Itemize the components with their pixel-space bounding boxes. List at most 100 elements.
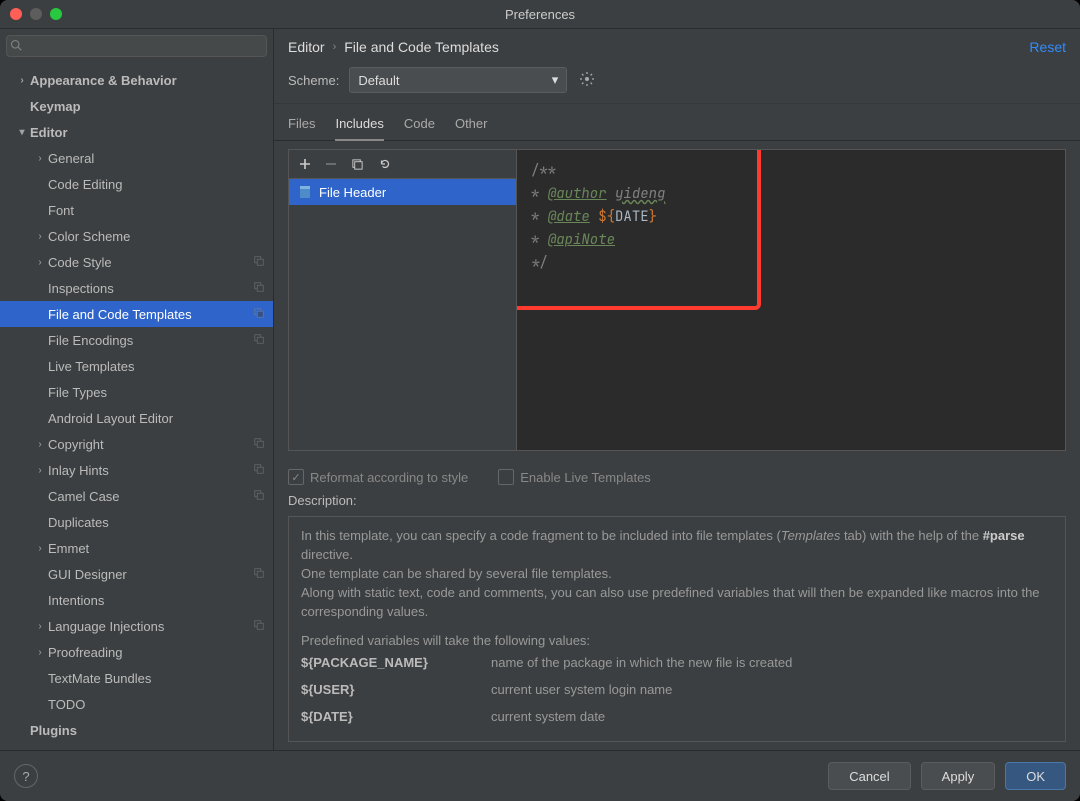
chevron-right-icon: ›	[32, 231, 48, 242]
sidebar-item-duplicates[interactable]: Duplicates	[0, 509, 273, 535]
copy-template-button[interactable]	[351, 158, 364, 171]
var-desc: current user system login name	[491, 681, 672, 700]
template-editor[interactable]: /** * @author yideng * @date ${DATE} * @…	[517, 149, 1066, 451]
revert-template-button[interactable]	[378, 157, 392, 171]
sidebar-item-proofreading[interactable]: ›Proofreading	[0, 639, 273, 665]
scheme-select[interactable]: Default ▾	[349, 67, 567, 93]
description-box: In this template, you can specify a code…	[288, 516, 1066, 742]
var-desc: name of the package in which the new fil…	[491, 654, 792, 673]
sidebar-item-label: Emmet	[48, 541, 265, 556]
tab-files[interactable]: Files	[288, 112, 315, 140]
sidebar-item-intentions[interactable]: Intentions	[0, 587, 273, 613]
sidebar-item-copyright[interactable]: ›Copyright	[0, 431, 273, 457]
sidebar-item-label: GUI Designer	[48, 567, 249, 582]
enable-live-checkbox[interactable]: Enable Live Templates	[498, 469, 651, 485]
sidebar-item-language-injections[interactable]: ›Language Injections	[0, 613, 273, 639]
tab-code[interactable]: Code	[404, 112, 435, 140]
traffic-lights	[10, 8, 62, 20]
ok-button[interactable]: OK	[1005, 762, 1066, 790]
add-template-button[interactable]	[299, 158, 311, 170]
chevron-right-icon: ›	[32, 465, 48, 476]
minimize-window-icon[interactable]	[30, 8, 42, 20]
sidebar-item-label: File Encodings	[48, 333, 249, 348]
sidebar-item-label: Code Style	[48, 255, 249, 270]
sidebar-item-keymap[interactable]: Keymap	[0, 93, 273, 119]
copy-scope-icon	[253, 255, 265, 270]
sidebar-item-label: Keymap	[30, 99, 265, 114]
tab-includes[interactable]: Includes	[335, 112, 383, 141]
sidebar-item-color-scheme[interactable]: ›Color Scheme	[0, 223, 273, 249]
help-button[interactable]: ?	[14, 764, 38, 788]
copy-scope-icon	[253, 567, 265, 582]
content: Editor › File and Code Templates Reset S…	[274, 29, 1080, 750]
sidebar-item-textmate-bundles[interactable]: TextMate Bundles	[0, 665, 273, 691]
sidebar-item-label: Language Injections	[48, 619, 249, 634]
tab-other[interactable]: Other	[455, 112, 488, 140]
sidebar-item-file-encodings[interactable]: File Encodings	[0, 327, 273, 353]
body: ›Appearance & BehaviorKeymap▾Editor›Gene…	[0, 29, 1080, 750]
var-row: ${PACKAGE_NAME}name of the package in wh…	[301, 650, 1053, 677]
sidebar-item-appearance-behavior[interactable]: ›Appearance & Behavior	[0, 67, 273, 93]
checkbox-icon	[498, 469, 514, 485]
sidebar-item-file-and-code-templates[interactable]: File and Code Templates	[0, 301, 273, 327]
content-header: Editor › File and Code Templates Reset	[274, 29, 1080, 63]
sidebar-item-label: TextMate Bundles	[48, 671, 265, 686]
breadcrumb: Editor › File and Code Templates	[288, 39, 499, 55]
copy-scope-icon	[253, 489, 265, 504]
sidebar-item-label: Intentions	[48, 593, 265, 608]
remove-template-button	[325, 158, 337, 170]
settings-tree[interactable]: ›Appearance & BehaviorKeymap▾Editor›Gene…	[0, 63, 273, 750]
chevron-right-icon: ›	[32, 153, 48, 164]
sidebar-item-label: Copyright	[48, 437, 249, 452]
sidebar-item-code-editing[interactable]: Code Editing	[0, 171, 273, 197]
sidebar-item-label: Inlay Hints	[48, 463, 249, 478]
sidebar-item-todo[interactable]: TODO	[0, 691, 273, 717]
sidebar-item-gui-designer[interactable]: GUI Designer	[0, 561, 273, 587]
sidebar-item-label: Proofreading	[48, 645, 265, 660]
sidebar-item-label: Editor	[30, 125, 265, 140]
editor-column: /** * @author yideng * @date ${DATE} * @…	[517, 149, 1066, 451]
sidebar-item-general[interactable]: ›General	[0, 145, 273, 171]
sidebar-item-font[interactable]: Font	[0, 197, 273, 223]
sidebar-item-label: General	[48, 151, 265, 166]
chevron-right-icon: ›	[32, 439, 48, 450]
sidebar-item-inspections[interactable]: Inspections	[0, 275, 273, 301]
template-item-file-header[interactable]: File Header	[289, 179, 516, 205]
sidebar-item-inlay-hints[interactable]: ›Inlay Hints	[0, 457, 273, 483]
zoom-window-icon[interactable]	[50, 8, 62, 20]
titlebar: Preferences	[0, 0, 1080, 29]
copy-scope-icon	[253, 307, 265, 322]
sidebar-item-label: Code Editing	[48, 177, 265, 192]
templates-area: File Header /** * @author yideng * @date…	[274, 141, 1080, 459]
sidebar-item-camel-case[interactable]: Camel Case	[0, 483, 273, 509]
sidebar-item-editor[interactable]: ▾Editor	[0, 119, 273, 145]
apply-button[interactable]: Apply	[921, 762, 996, 790]
chevron-down-icon: ▾	[14, 127, 30, 138]
reset-link[interactable]: Reset	[1029, 39, 1066, 55]
cancel-button[interactable]: Cancel	[828, 762, 910, 790]
breadcrumb-editor[interactable]: Editor	[288, 39, 325, 55]
chevron-right-icon: ›	[32, 543, 48, 554]
sidebar-item-android-layout-editor[interactable]: Android Layout Editor	[0, 405, 273, 431]
search-input[interactable]	[6, 35, 267, 57]
sidebar-item-code-style[interactable]: ›Code Style	[0, 249, 273, 275]
sidebar-item-live-templates[interactable]: Live Templates	[0, 353, 273, 379]
sidebar-item-file-types[interactable]: File Types	[0, 379, 273, 405]
sidebar-item-label: TODO	[48, 697, 265, 712]
sidebar-item-label: Color Scheme	[48, 229, 265, 244]
var-row: ${USER}current user system login name	[301, 677, 1053, 704]
chevron-right-icon: ›	[333, 41, 337, 53]
sidebar-item-emmet[interactable]: ›Emmet	[0, 535, 273, 561]
scheme-value: Default	[358, 73, 399, 88]
copy-scope-icon	[253, 333, 265, 348]
copy-scope-icon	[253, 281, 265, 296]
close-window-icon[interactable]	[10, 8, 22, 20]
preferences-window: Preferences ›Appearance & Behavior Keymap…	[0, 0, 1080, 801]
chevron-right-icon: ›	[32, 647, 48, 658]
template-item-label: File Header	[319, 185, 386, 200]
copy-scope-icon	[253, 463, 265, 478]
sidebar-item-plugins[interactable]: Plugins	[0, 717, 273, 743]
tabs: Files Includes Code Other	[274, 104, 1080, 141]
template-list[interactable]: File Header	[289, 179, 516, 450]
gear-icon[interactable]	[577, 69, 597, 92]
